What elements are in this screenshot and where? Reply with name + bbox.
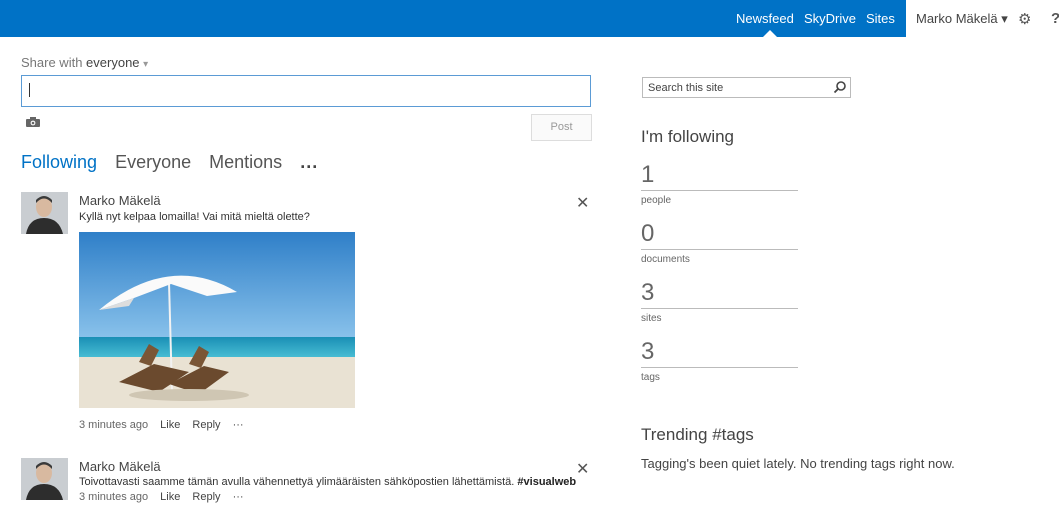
share-prefix: Share with bbox=[21, 55, 83, 70]
post-input[interactable] bbox=[21, 75, 591, 107]
following-heading: I'm following bbox=[641, 127, 735, 146]
tab-mentions[interactable]: Mentions bbox=[209, 152, 282, 172]
text-caret bbox=[29, 83, 30, 97]
post-timestamp[interactable]: 3 minutes ago bbox=[79, 491, 148, 503]
post-text: Kyllä nyt kelpaa lomailla! Vai mitä miel… bbox=[79, 211, 310, 223]
user-name: Marko Mäkelä bbox=[916, 11, 998, 26]
user-menu[interactable]: Marko Mäkelä ▾ bbox=[916, 11, 1008, 27]
avatar[interactable] bbox=[21, 458, 68, 500]
stat-sites[interactable]: 3 sites bbox=[641, 280, 798, 324]
search-icon[interactable] bbox=[833, 80, 847, 94]
stat-value: 3 bbox=[641, 339, 798, 368]
share-with-label: Share with everyone ▾ bbox=[21, 55, 148, 70]
stat-people[interactable]: 1 people bbox=[641, 162, 798, 206]
tab-following[interactable]: Following bbox=[21, 152, 97, 172]
camera-icon[interactable] bbox=[26, 117, 40, 127]
nav-newsfeed-link[interactable]: Newsfeed bbox=[736, 11, 794, 26]
post-meta: 3 minutes ago Like Reply ··· bbox=[79, 419, 244, 431]
site-search bbox=[642, 77, 851, 98]
stat-value: 0 bbox=[641, 221, 798, 250]
chevron-down-icon: ▾ bbox=[1001, 11, 1008, 26]
nav-sites-link[interactable]: Sites bbox=[866, 11, 895, 26]
stat-label: tags bbox=[641, 372, 660, 383]
avatar[interactable] bbox=[21, 192, 68, 234]
trending-empty-text: Tagging's been quiet lately. No trending… bbox=[641, 456, 955, 471]
stat-value: 3 bbox=[641, 280, 798, 309]
more-tabs-button[interactable]: ... bbox=[300, 152, 318, 172]
post-timestamp[interactable]: 3 minutes ago bbox=[79, 419, 148, 431]
reply-button[interactable]: Reply bbox=[192, 491, 220, 503]
nav-skydrive-link[interactable]: SkyDrive bbox=[804, 11, 856, 26]
post-author[interactable]: Marko Mäkelä bbox=[79, 193, 161, 208]
stat-label: sites bbox=[641, 313, 662, 324]
post-text: Toivottavasti saamme tämän avulla vähenn… bbox=[79, 476, 577, 488]
user-area: Marko Mäkelä ▾ ⚙ ? bbox=[906, 0, 1059, 37]
gear-icon[interactable]: ⚙ bbox=[1018, 10, 1031, 28]
help-icon[interactable]: ? bbox=[1051, 10, 1059, 27]
chevron-down-icon: ▾ bbox=[143, 59, 149, 70]
stat-label: people bbox=[641, 195, 672, 206]
more-actions-button[interactable]: ··· bbox=[233, 419, 244, 431]
like-button[interactable]: Like bbox=[160, 491, 180, 503]
hashtag-link[interactable]: #visualweb bbox=[517, 476, 576, 488]
tab-everyone[interactable]: Everyone bbox=[115, 152, 191, 172]
trending-heading: Trending #tags bbox=[641, 425, 754, 444]
stat-value: 1 bbox=[641, 162, 798, 191]
close-icon[interactable]: ✕ bbox=[576, 459, 589, 479]
post-image[interactable] bbox=[79, 232, 355, 408]
active-indicator bbox=[763, 30, 777, 37]
feed-tabs: Following Everyone Mentions ... bbox=[21, 152, 331, 173]
like-button[interactable]: Like bbox=[160, 419, 180, 431]
stat-tags[interactable]: 3 tags bbox=[641, 339, 798, 383]
post-button[interactable]: Post bbox=[531, 114, 592, 141]
suite-bar: Newsfeed SkyDrive Sites Marko Mäkelä ▾ ⚙… bbox=[0, 0, 1059, 37]
stat-label: documents bbox=[641, 254, 690, 265]
post-meta: 3 minutes ago Like Reply ··· bbox=[79, 491, 244, 503]
more-actions-button[interactable]: ··· bbox=[233, 491, 244, 503]
close-icon[interactable]: ✕ bbox=[576, 193, 589, 213]
reply-button[interactable]: Reply bbox=[192, 419, 220, 431]
audience-dropdown[interactable]: everyone ▾ bbox=[86, 55, 148, 70]
stat-documents[interactable]: 0 documents bbox=[641, 221, 798, 265]
post-author[interactable]: Marko Mäkelä bbox=[79, 459, 161, 474]
search-input[interactable] bbox=[648, 80, 828, 95]
